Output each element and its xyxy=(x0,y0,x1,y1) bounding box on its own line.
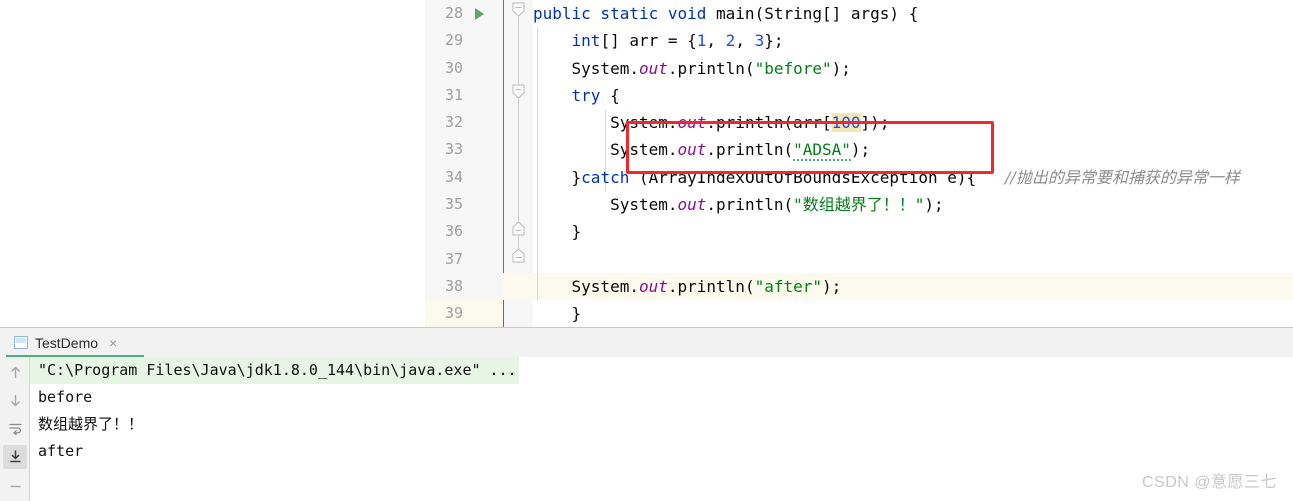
fold-marker-icon[interactable] xyxy=(511,221,526,237)
fold-marker-icon[interactable] xyxy=(511,84,526,100)
line-number: 30 xyxy=(444,58,463,77)
gutter-row[interactable]: 33 xyxy=(425,136,503,163)
gutter-row[interactable]: 28 xyxy=(425,0,503,27)
gutter-row[interactable]: 37 xyxy=(425,246,503,273)
scroll-to-end-button[interactable] xyxy=(3,445,27,469)
code-line-38[interactable]: System.out.println("after"); xyxy=(533,273,1293,300)
watermark-text: CSDN @意愿三七 xyxy=(1141,474,1277,491)
gutter-row[interactable]: 30 xyxy=(425,55,503,82)
editor-left-blank-area xyxy=(0,0,425,327)
gutter-row[interactable]: 29 xyxy=(425,27,503,54)
line-number: 36 xyxy=(444,222,463,241)
red-annotation-rectangle xyxy=(626,121,994,174)
fold-marker-icon[interactable] xyxy=(511,2,526,18)
line-number: 34 xyxy=(444,167,463,186)
code-line-39[interactable]: } xyxy=(533,300,1293,327)
run-tab-testdemo[interactable]: TestDemo × xyxy=(6,328,125,357)
soft-wrap-button[interactable] xyxy=(3,417,27,441)
console-line: 数组越界了！！ xyxy=(38,415,144,433)
code-line-31[interactable]: try { xyxy=(533,82,1293,109)
scroll-down-button[interactable] xyxy=(3,389,27,413)
code-line-29[interactable]: int[] arr = {1, 2, 3}; xyxy=(533,27,1293,54)
line-number: 38 xyxy=(444,276,463,295)
run-tab-bar[interactable]: TestDemo × xyxy=(0,328,1293,358)
run-tool-window[interactable]: TestDemo × "C:\Program Files\Java\jdk1.8… xyxy=(0,327,1293,501)
console-output[interactable]: "C:\Program Files\Java\jdk1.8.0_144\bin\… xyxy=(30,357,1293,501)
gutter-row[interactable]: 38 xyxy=(425,273,503,300)
console-command-line: "C:\Program Files\Java\jdk1.8.0_144\bin\… xyxy=(30,357,519,384)
gutter-row[interactable]: 31 xyxy=(425,82,503,109)
line-number: 32 xyxy=(444,113,463,132)
code-line-30[interactable]: System.out.println("before"); xyxy=(533,55,1293,82)
code-editor[interactable]: 28 29 30 31 32 33 34 35 36 37 38 39 publ… xyxy=(0,0,1293,327)
code-line-35[interactable]: System.out.println("数组越界了！！"); xyxy=(533,191,1293,218)
line-number: 33 xyxy=(444,140,463,159)
close-icon[interactable]: × xyxy=(109,336,117,350)
line-number: 37 xyxy=(444,249,463,268)
console-line: before xyxy=(38,388,93,406)
gutter-row[interactable]: 35 xyxy=(425,191,503,218)
code-line-37[interactable] xyxy=(533,246,1293,273)
inline-comment: //抛出的异常要和捕获的异常一样 xyxy=(1005,167,1240,187)
gutter-row-current[interactable]: 39 xyxy=(425,300,503,327)
gutter-row[interactable]: 32 xyxy=(425,109,503,136)
scroll-up-button[interactable] xyxy=(3,361,27,385)
line-number: 35 xyxy=(444,195,463,214)
line-number: 39 xyxy=(444,304,463,323)
console-tab-icon xyxy=(14,336,28,349)
console-side-toolbar[interactable] xyxy=(0,357,30,501)
code-line-28[interactable]: public static void main(String[] args) { xyxy=(533,0,1293,27)
code-line-36[interactable]: } xyxy=(533,218,1293,245)
ide-screenshot: 28 29 30 31 32 33 34 35 36 37 38 39 publ… xyxy=(0,0,1293,501)
run-tab-label: TestDemo xyxy=(35,334,99,351)
console-line: after xyxy=(38,442,84,460)
editor-gutter[interactable]: 28 29 30 31 32 33 34 35 36 37 38 39 xyxy=(425,0,503,327)
line-number: 29 xyxy=(444,31,463,50)
line-number: 31 xyxy=(444,85,463,104)
gutter-row[interactable]: 36 xyxy=(425,218,503,245)
run-gutter-arrow-icon[interactable] xyxy=(475,8,484,20)
line-number: 28 xyxy=(444,4,463,22)
more-options-button[interactable] xyxy=(3,475,27,499)
fold-marker-icon[interactable] xyxy=(511,248,526,264)
gutter-row[interactable]: 34 xyxy=(425,164,503,191)
